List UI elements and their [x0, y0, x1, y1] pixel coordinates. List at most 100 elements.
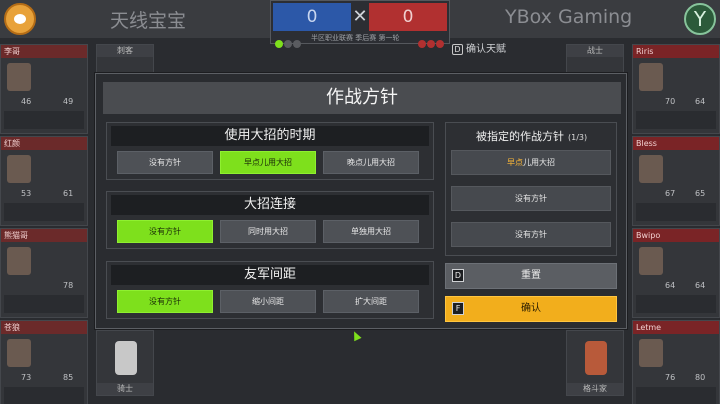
player-card[interactable]: Letme 76 80: [632, 320, 720, 404]
key-f-icon: F: [452, 302, 464, 315]
right-team-roster: Riris 70 64 Bless 67 65 Bwipo 64 64 Letm…: [632, 44, 720, 404]
player-name: 熊猫哥: [1, 229, 87, 242]
player-card[interactable]: Bwipo 64 64: [632, 228, 720, 318]
player-name: Riris: [633, 45, 719, 58]
game-screen: 天线宝宝 YBox Gaming Y 0 ✕ 0 半区职业联赛 季后赛 第一轮 …: [0, 0, 720, 404]
player-atk: 46: [21, 97, 32, 106]
player-card[interactable]: 熊猫哥 78: [0, 228, 88, 318]
player-hp: 49: [63, 97, 74, 106]
option-button[interactable]: 同时用大招: [220, 220, 316, 243]
score-right: 0: [369, 3, 447, 31]
role-label: 刺客: [97, 45, 153, 57]
dialog-title: 作战方针: [103, 82, 621, 114]
mouse-cursor-icon: [350, 329, 362, 342]
player-sprite: [7, 339, 31, 367]
player-sprite: [7, 155, 31, 183]
reset-label: 重置: [521, 270, 541, 281]
player-name: Letme: [633, 321, 719, 334]
player-card[interactable]: Bless 67 65: [632, 136, 720, 226]
player-name: Bwipo: [633, 229, 719, 242]
player-hp: 61: [63, 189, 74, 198]
group-title: 大招连接: [111, 195, 429, 215]
team-left-name: 天线宝宝: [110, 10, 187, 32]
player-hp: 78: [63, 281, 74, 290]
role-card-fighter[interactable]: 格斗家: [566, 330, 624, 396]
option-button[interactable]: 没有方针: [117, 151, 213, 174]
scoreboard: 0 ✕ 0 半区职业联赛 季后赛 第一轮: [270, 0, 450, 48]
player-sprite: [7, 247, 31, 275]
team-right-name: YBox Gaming: [505, 6, 633, 28]
right-round-dots: [418, 33, 445, 52]
player-sprite: [7, 63, 31, 91]
player-atk: 76: [665, 373, 676, 382]
tactic-slot-highlight: 早点: [507, 158, 523, 167]
tactics-dialog: 作战方针 使用大招的时期 没有方针 早点儿用大招 晚点儿用大招 大招连接 没有方…: [95, 73, 627, 329]
assigned-title: 被指定的作战方针: [476, 130, 564, 143]
player-items: [4, 111, 84, 129]
assigned-tactics-header: 被指定的作战方针 (1/3): [450, 126, 612, 148]
option-button[interactable]: 晚点儿用大招: [323, 151, 419, 174]
player-items: [636, 203, 716, 221]
group-title: 使用大招的时期: [111, 126, 429, 146]
player-card[interactable]: 红颜 53 61: [0, 136, 88, 226]
round-label: 半区职业联赛 季后赛 第一轮: [311, 34, 400, 42]
player-atk: 67: [665, 189, 676, 198]
left-round-dots: [275, 33, 302, 52]
player-name: 李哥: [1, 45, 87, 58]
player-hp: 64: [695, 281, 706, 290]
option-button-selected[interactable]: 没有方针: [117, 220, 213, 243]
player-card[interactable]: 李哥 46 49: [0, 44, 88, 134]
player-hp: 80: [695, 373, 706, 382]
tactic-slot[interactable]: 没有方针: [451, 186, 611, 211]
talent-hint-label: 确认天赋: [466, 44, 506, 55]
option-button-selected[interactable]: 没有方针: [117, 290, 213, 313]
player-sprite: [639, 63, 663, 91]
tactic-slot[interactable]: 早点儿用大招: [451, 150, 611, 175]
player-atk: 70: [665, 97, 676, 106]
tactic-slot-text: 儿用大招: [523, 158, 555, 167]
player-hp: 64: [695, 97, 706, 106]
team-right-logo-icon: Y: [684, 3, 716, 35]
player-items: [4, 203, 84, 221]
key-d-icon: D: [452, 269, 464, 282]
player-card[interactable]: Riris 70 64: [632, 44, 720, 134]
confirm-label: 确认: [521, 303, 541, 314]
player-name: Bless: [633, 137, 719, 150]
player-hp: 65: [695, 189, 706, 198]
team-left-logo-icon: [4, 3, 36, 35]
player-hp: 85: [63, 373, 74, 382]
player-items: [636, 295, 716, 313]
key-d-icon: D: [452, 43, 463, 55]
fighter-sprite: [585, 341, 607, 375]
player-sprite: [639, 247, 663, 275]
player-atk: 73: [21, 373, 32, 382]
assigned-count: (1/3): [568, 133, 588, 142]
player-items: [636, 111, 716, 129]
group-title: 友军间距: [111, 265, 429, 285]
player-card[interactable]: 苍狼 73 85: [0, 320, 88, 404]
confirm-talent-hint[interactable]: D 确认天赋: [452, 40, 506, 55]
score-left: 0: [273, 3, 351, 31]
confirm-button[interactable]: F 确认: [445, 296, 617, 322]
player-name: 苍狼: [1, 321, 87, 334]
player-items: [4, 295, 84, 313]
option-button[interactable]: 扩大间距: [323, 290, 419, 313]
option-button[interactable]: 缩小间距: [220, 290, 316, 313]
tactic-slot[interactable]: 没有方针: [451, 222, 611, 247]
role-card-knight[interactable]: 骑士: [96, 330, 154, 396]
player-atk: 53: [21, 189, 32, 198]
left-team-roster: 李哥 46 49 红颜 53 61 熊猫哥 78 苍狼 73 85: [0, 44, 88, 404]
tactic-slot-text: 没有方针: [515, 194, 547, 203]
reset-button[interactable]: D 重置: [445, 263, 617, 289]
player-atk: 64: [665, 281, 676, 290]
ult-timing-group: 使用大招的时期 没有方针 早点儿用大招 晚点儿用大招: [106, 122, 434, 180]
option-button-selected[interactable]: 早点儿用大招: [220, 151, 316, 174]
crossed-swords-icon: ✕: [352, 6, 368, 27]
role-label: 格斗家: [567, 383, 623, 395]
assigned-tactics-panel: 被指定的作战方针 (1/3) 早点儿用大招 没有方针 没有方针: [445, 122, 617, 256]
match-header: 天线宝宝 YBox Gaming Y 0 ✕ 0 半区职业联赛 季后赛 第一轮: [0, 0, 720, 48]
tactic-slot-text: 没有方针: [515, 230, 547, 239]
option-button[interactable]: 单独用大招: [323, 220, 419, 243]
player-sprite: [639, 339, 663, 367]
knight-sprite: [115, 341, 137, 375]
